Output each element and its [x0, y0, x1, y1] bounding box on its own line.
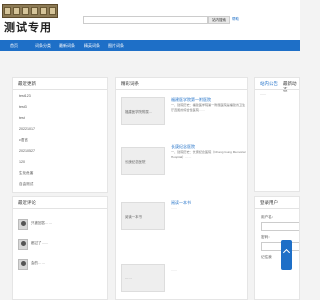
nav-item-latest[interactable]: 最新词条 — [59, 40, 75, 51]
recent-comments-title: 最近评论 — [18, 200, 36, 205]
divider — [255, 89, 299, 90]
comment-text[interactable]: 都过了…… — [31, 241, 49, 246]
search-button[interactable]: 站内搜索 — [208, 16, 230, 24]
arrow-up-icon — [282, 248, 291, 257]
recent-comments-panel: 最近评论 只被回答…… 都过了…… 会的…… — [12, 196, 108, 300]
entry-thumbnail[interactable]: 福建医学院附属… — [121, 97, 165, 125]
list-item[interactable]: 20210527 — [19, 149, 35, 153]
latest-updates-title: 最近更新 — [18, 81, 36, 86]
featured-title: 精彩词条 — [121, 81, 139, 86]
divider — [13, 89, 107, 90]
site-logo[interactable]: 测试专用 — [2, 4, 58, 34]
avatar — [18, 259, 28, 270]
search-input[interactable] — [83, 16, 208, 24]
site-header: 测试专用 站内搜索 帮助 — [0, 0, 300, 40]
nav-item-images[interactable]: 图片词条 — [108, 40, 124, 51]
featured-entries-panel: 精彩词条 福建医学院附属… 福建医学院第一附医院 一、建院历史：福建医学院第一附… — [115, 77, 248, 300]
entry-description: …… — [171, 206, 178, 210]
entry-description: …… — [171, 268, 178, 272]
list-item[interactable]: 20221017 — [19, 127, 35, 131]
entry-description: 一、建院历史：福建医学院第一附属医院是福建省卫生厅直属的综合性医院…… — [171, 103, 246, 112]
nav-item-categories[interactable]: 词条分类 — [35, 40, 51, 51]
main-nav: 首页 词条分类 最新词条 精英词条 图片词条 — [0, 40, 300, 51]
tab-announcements[interactable]: 站内公告 — [260, 81, 278, 87]
comment-text[interactable]: 会的…… — [31, 261, 45, 266]
list-item[interactable]: test123 — [19, 94, 31, 98]
nav-item-home[interactable]: 首页 — [10, 40, 18, 51]
avatar — [18, 219, 28, 230]
entry-description: 一、建院历史：长庚纪念医院（Chang Gung Memorial Hospit… — [171, 150, 246, 159]
entry-thumbnail[interactable]: …… — [121, 264, 165, 292]
remember-me-checkbox[interactable]: 记住我 — [261, 255, 272, 260]
list-item[interactable]: test3 — [19, 105, 27, 109]
avatar — [18, 239, 28, 250]
login-title: 登录用户 — [260, 200, 278, 205]
nav-item-elite[interactable]: 精英词条 — [84, 40, 100, 51]
logo-text: 测试专用 — [4, 21, 52, 34]
comment-text[interactable]: 只被回答…… — [31, 221, 52, 226]
site-news-panel: 站内公告 最新动态 …… — [254, 77, 300, 192]
list-item[interactable]: 120 — [19, 160, 25, 164]
list-item[interactable]: 自由测试 — [19, 182, 33, 187]
login-panel: 登录用户 用户名： 密码： 记住我 — [254, 196, 300, 300]
username-label: 用户名： — [261, 215, 276, 219]
list-item[interactable]: test — [19, 116, 25, 120]
list-item[interactable]: c语言 — [19, 138, 28, 143]
divider — [13, 208, 107, 209]
announcement-text: …… — [260, 92, 267, 96]
list-item[interactable]: 生化危害 — [19, 171, 33, 176]
entry-thumbnail[interactable]: 长庚纪念医院 — [121, 147, 165, 175]
help-link[interactable]: 帮助 — [232, 17, 239, 22]
latest-updates-panel: 最近更新 test123 test3 test 20221017 c语言 202… — [12, 77, 108, 193]
username-field[interactable] — [261, 222, 299, 231]
logo-banner — [2, 4, 58, 18]
entry-thumbnail[interactable]: 阅读一本书 — [121, 202, 165, 230]
password-label: 密码： — [261, 235, 272, 239]
divider — [255, 208, 299, 209]
divider — [116, 89, 247, 90]
back-to-top-button[interactable] — [281, 240, 292, 270]
